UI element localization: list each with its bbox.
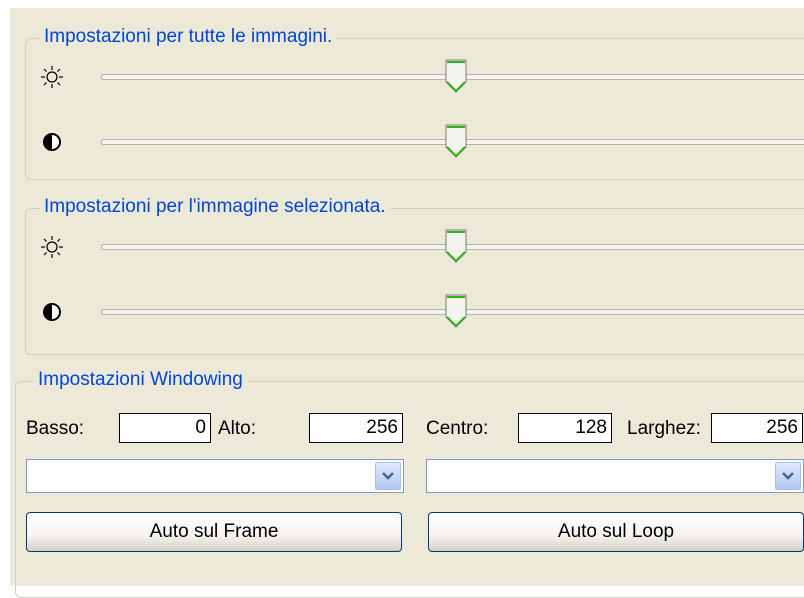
slider-selected-brightness-thumb[interactable] [445,229,467,263]
slider-selected-contrast-thumb[interactable] [445,294,467,328]
basso-input[interactable]: 0 [119,413,211,443]
slider-all-contrast-thumb[interactable] [445,124,467,158]
group-all-images-title: Impostazioni per tutte le immagini. [40,26,337,48]
group-all-images: Impostazioni per tutte le immagini. [25,26,804,180]
larghezza-input[interactable]: 256 [711,413,803,443]
windowing-combo-right[interactable] [426,459,804,493]
alto-input[interactable]: 256 [309,413,403,443]
group-selected-image: Impostazioni per l'immagine selezionata. [25,196,804,355]
alto-label: Alto: [218,418,257,439]
brightness-icon [41,236,63,258]
centro-input[interactable]: 128 [518,413,612,443]
auto-loop-button[interactable]: Auto sul Loop [428,512,804,552]
chevron-down-icon[interactable] [775,462,801,490]
group-windowing: Impostazioni Windowing Basso: 0 Alto: 25… [15,369,804,598]
basso-label: Basso: [26,418,85,439]
contrast-icon [43,303,61,321]
larghezza-label: Larghez: [627,418,701,439]
auto-frame-button[interactable]: Auto sul Frame [26,512,402,552]
contrast-icon [43,133,61,151]
group-selected-image-title: Impostazioni per l'immagine selezionata. [40,196,390,218]
group-windowing-title: Impostazioni Windowing [34,369,247,391]
centro-label: Centro: [426,418,489,439]
windowing-combo-left[interactable] [26,459,404,493]
settings-panel: Impostazioni per tutte le immagini. Impo… [10,8,804,598]
brightness-icon [41,66,63,88]
slider-all-brightness-thumb[interactable] [445,59,467,93]
chevron-down-icon[interactable] [375,462,401,490]
